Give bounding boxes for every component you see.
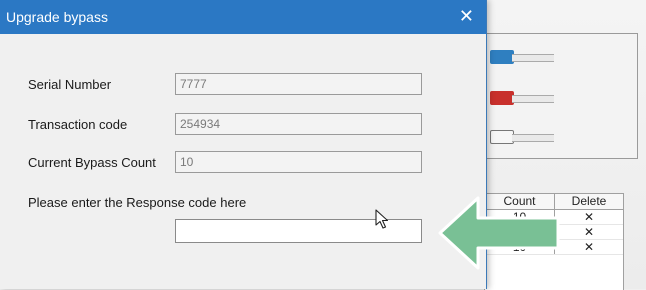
response-code-label: Please enter the Response code here [28, 195, 247, 210]
white-connector-icon[interactable] [490, 130, 556, 144]
transaction-code-label: Transaction code [28, 117, 128, 132]
close-icon[interactable]: ✕ [459, 0, 474, 32]
serial-number-field[interactable]: 7777 [175, 73, 422, 95]
red-connector-icon[interactable] [490, 91, 556, 105]
bypass-count-field[interactable]: 10 [175, 151, 422, 173]
green-arrow-icon [438, 196, 560, 270]
delete-icon[interactable]: ✕ [555, 210, 623, 224]
dialog-titlebar: Upgrade bypass ✕ [0, 0, 486, 34]
mouse-cursor-icon [375, 209, 389, 229]
bypass-count-label: Current Bypass Count [28, 155, 156, 170]
delete-icon[interactable]: ✕ [555, 225, 623, 239]
serial-number-label: Serial Number [28, 77, 112, 92]
column-header-delete: Delete [571, 194, 607, 208]
upgrade-bypass-dialog: Upgrade bypass ✕ Serial Number 7777 Tran… [0, 0, 487, 289]
transaction-code-field[interactable]: 254934 [175, 113, 422, 135]
delete-icon[interactable]: ✕ [555, 240, 623, 254]
dialog-title: Upgrade bypass [6, 9, 108, 25]
blue-connector-icon[interactable] [490, 50, 556, 64]
